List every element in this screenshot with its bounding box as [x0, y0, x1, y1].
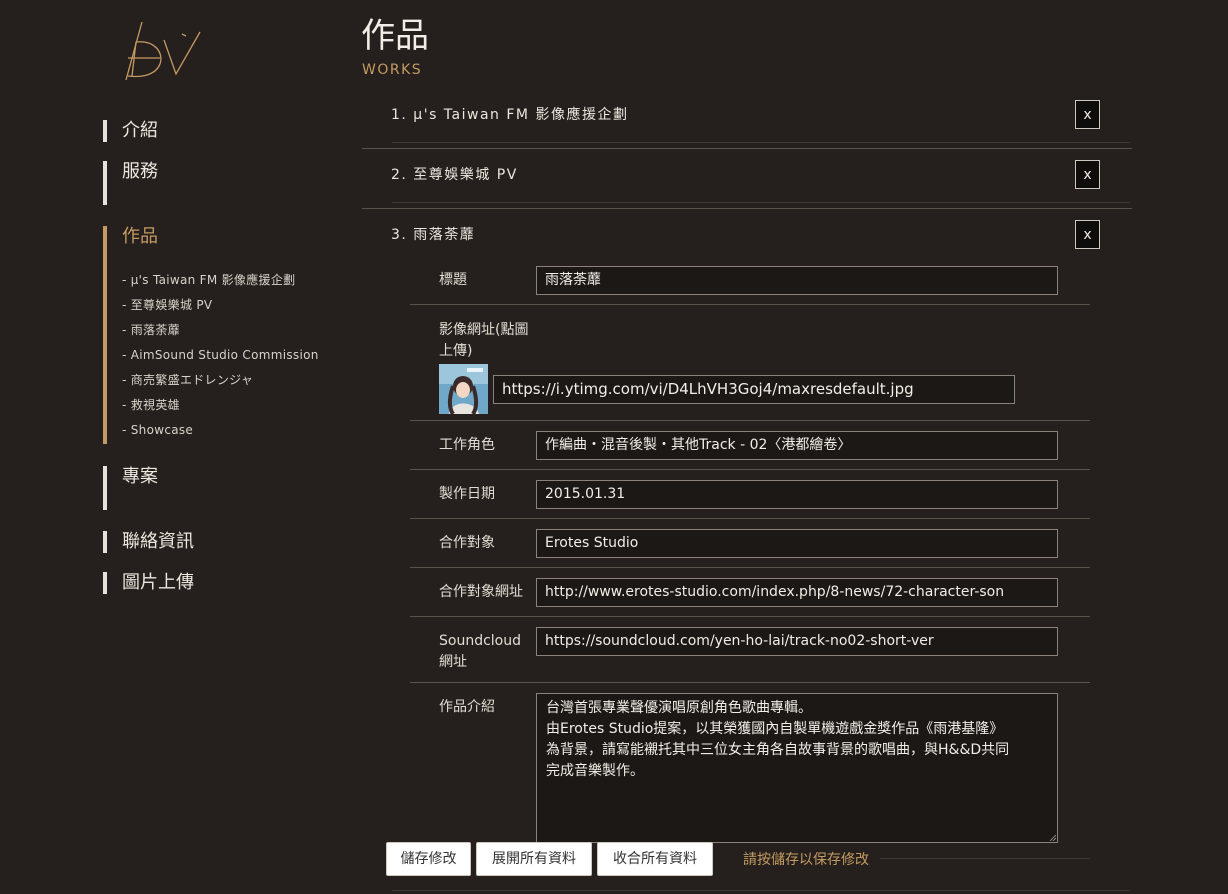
- nav-item-services[interactable]: 服務: [103, 161, 158, 205]
- nav-label: 專案: [122, 466, 158, 487]
- role-field[interactable]: 作編曲・混音後製・其他Track - 02〈港都繪卷〉: [536, 431, 1058, 460]
- work-title[interactable]: 2. 至尊娛樂城 PV: [391, 164, 518, 184]
- collapse-all-button[interactable]: 收合所有資料: [597, 842, 713, 876]
- page-subtitle: WORKS: [362, 62, 423, 78]
- description-line: 台灣首張專業聲優演唱原創角色歌曲專輯。: [546, 700, 812, 716]
- divider: [410, 420, 1090, 421]
- page-title: 作品: [361, 16, 429, 56]
- submenu-item[interactable]: - AimSound Studio Commission: [122, 343, 319, 368]
- field-label: 合作對象網址: [439, 584, 523, 600]
- divider: [362, 148, 1132, 149]
- title-field[interactable]: 雨落荼蘼: [536, 266, 1058, 295]
- divider: [392, 202, 1130, 203]
- save-hint: 請按儲存以保存修改: [743, 852, 869, 868]
- field-label: 製作日期: [439, 486, 495, 502]
- divider: [410, 304, 1090, 305]
- partner-url-field[interactable]: http://www.erotes-studio.com/index.php/8…: [536, 578, 1058, 607]
- description-line: 為背景，請寫能襯托其中三位女主角各自故事背景的歌唱曲，與H&&D共同: [546, 742, 1010, 758]
- divider: [392, 142, 1130, 143]
- divider: [410, 469, 1090, 470]
- resize-handle-icon[interactable]: [1048, 833, 1056, 841]
- image-thumbnail-upload[interactable]: [439, 364, 488, 414]
- submenu-item[interactable]: - 雨落荼蘼: [122, 318, 319, 343]
- nav-label-active: 作品: [122, 226, 158, 247]
- work-title[interactable]: 1. µ's Taiwan FM 影像應援企劃: [391, 104, 628, 124]
- save-button[interactable]: 儲存修改: [386, 842, 471, 876]
- nav-label: 圖片上傳: [122, 572, 194, 593]
- divider: [392, 890, 1130, 891]
- field-label: 作品介紹: [439, 699, 495, 715]
- works-submenu: - µ's Taiwan FM 影像應援企劃 - 至尊娛樂城 PV - 雨落荼蘼…: [122, 268, 319, 443]
- partner-field[interactable]: Erotes Studio: [536, 529, 1058, 558]
- delete-work-button[interactable]: x: [1075, 160, 1100, 189]
- nav-label: 介紹: [122, 120, 158, 141]
- expand-all-button[interactable]: 展開所有資料: [476, 842, 592, 876]
- submenu-item[interactable]: - µ's Taiwan FM 影像應援企劃: [122, 268, 319, 293]
- nav-label: 服務: [122, 161, 158, 182]
- divider: [410, 616, 1090, 617]
- field-label: 影像網址(點圖上傳): [439, 322, 529, 359]
- divider: [410, 682, 1090, 683]
- nav-item-contact[interactable]: 聯絡資訊: [103, 531, 194, 553]
- date-field[interactable]: 2015.01.31: [536, 480, 1058, 509]
- divider: [362, 208, 1132, 209]
- delete-work-button[interactable]: x: [1075, 100, 1100, 129]
- nav-item-upload[interactable]: 圖片上傳: [103, 572, 194, 594]
- divider: [410, 567, 1090, 568]
- site-logo[interactable]: [120, 18, 206, 84]
- dv-logo-icon: [125, 21, 201, 81]
- album-art-icon: [439, 364, 488, 414]
- divider: [410, 518, 1090, 519]
- description-line: 由Erotes Studio提案，以其榮獲國內自製單機遊戲金獎作品《雨港基隆》: [546, 721, 1004, 737]
- submenu-item[interactable]: - 商売繁盛エドレンジャ: [122, 368, 319, 393]
- nav-item-projects[interactable]: 專案: [103, 466, 158, 510]
- submenu-item[interactable]: - 至尊娛樂城 PV: [122, 293, 319, 318]
- delete-work-button[interactable]: x: [1075, 220, 1100, 249]
- field-label: 工作角色: [439, 437, 495, 453]
- nav-label: 聯絡資訊: [122, 531, 194, 552]
- description-textarea[interactable]: 台灣首張專業聲優演唱原創角色歌曲專輯。 由Erotes Studio提案，以其榮…: [536, 693, 1058, 843]
- field-label: 標題: [439, 272, 467, 288]
- divider: [880, 858, 1090, 859]
- submenu-item[interactable]: - 救視英雄: [122, 393, 319, 418]
- submenu-item[interactable]: - Showcase: [122, 418, 319, 443]
- description-line: 完成音樂製作。: [546, 763, 644, 779]
- nav-item-intro[interactable]: 介紹: [103, 120, 158, 142]
- field-label: 合作對象: [439, 535, 495, 551]
- work-title[interactable]: 3. 雨落荼蘼: [391, 224, 475, 244]
- nav-item-works[interactable]: 作品 - µ's Taiwan FM 影像應援企劃 - 至尊娛樂城 PV - 雨…: [103, 226, 319, 444]
- image-url-field[interactable]: https://i.ytimg.com/vi/D4LhVH3Goj4/maxre…: [493, 375, 1015, 404]
- field-label: Soundcloud網址: [439, 633, 521, 670]
- soundcloud-field[interactable]: https://soundcloud.com/yen-ho-lai/track-…: [536, 627, 1058, 656]
